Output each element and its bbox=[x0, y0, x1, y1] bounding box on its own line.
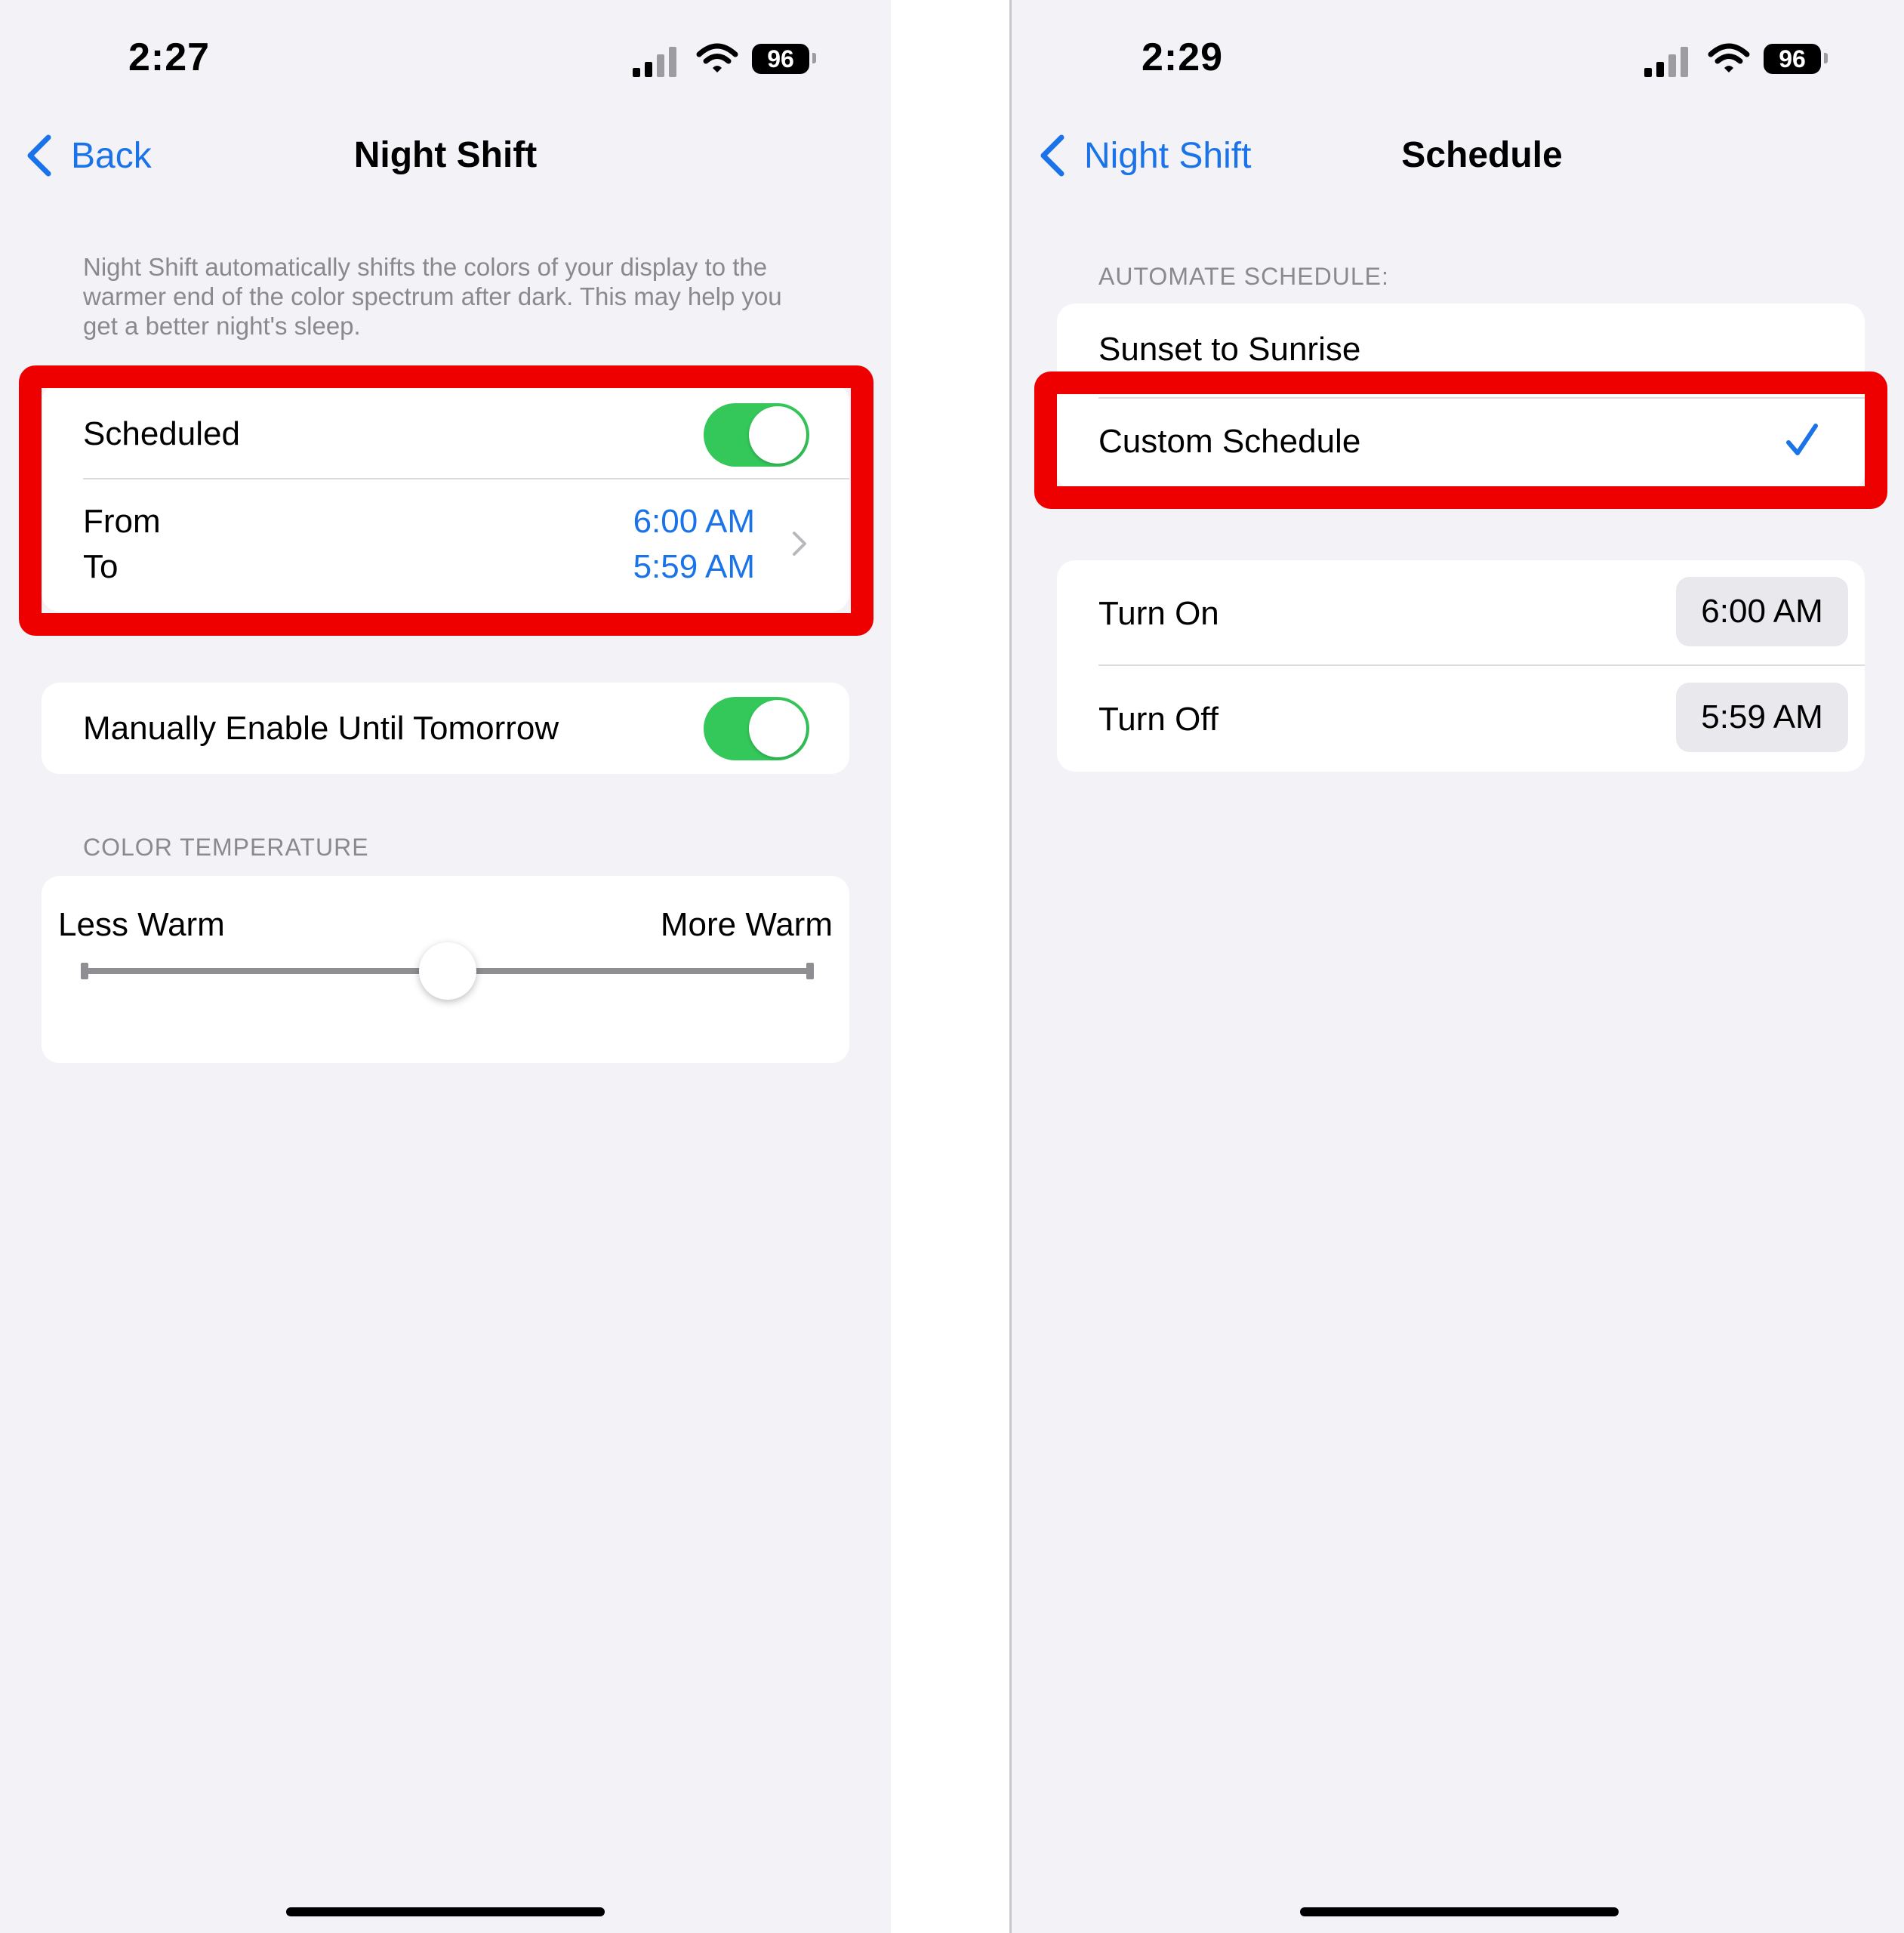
slider-max-cap bbox=[806, 963, 814, 979]
manual-enable-card: Manually Enable Until Tomorrow bbox=[42, 683, 849, 774]
page-title: Schedule bbox=[1401, 135, 1563, 175]
toggle-knob bbox=[749, 700, 806, 757]
turn-off-time-picker[interactable]: 5:59 AM bbox=[1676, 683, 1848, 752]
back-button[interactable]: Back bbox=[26, 134, 152, 177]
option-label: Sunset to Sunrise bbox=[1098, 331, 1361, 368]
turn-on-label: Turn On bbox=[1098, 595, 1219, 632]
back-label: Back bbox=[71, 135, 152, 176]
home-indicator bbox=[1300, 1907, 1619, 1916]
manual-enable-toggle[interactable] bbox=[704, 697, 809, 760]
wifi-icon bbox=[1708, 43, 1750, 72]
cellular-signal-icon bbox=[1644, 47, 1691, 77]
back-label: Night Shift bbox=[1084, 135, 1252, 176]
divider bbox=[1098, 664, 1865, 666]
home-indicator bbox=[286, 1907, 605, 1916]
battery-icon: 96 bbox=[752, 44, 809, 74]
turn-off-label: Turn Off bbox=[1098, 701, 1218, 738]
battery-cap bbox=[1824, 53, 1828, 63]
back-button[interactable]: Night Shift bbox=[1039, 134, 1251, 177]
battery-icon: 96 bbox=[1764, 44, 1821, 74]
status-time: 2:29 bbox=[1141, 35, 1224, 79]
status-icons: 96 bbox=[1644, 42, 1833, 79]
color-temperature-header: COLOR TEMPERATURE bbox=[83, 834, 369, 861]
schedule-screen: 2:29 96 Night Shift Schedule AUTOMATE SC… bbox=[1009, 0, 1904, 1933]
night-shift-screen: 2:27 96 Back Night Shift Night Shift aut… bbox=[0, 0, 891, 1933]
chevron-left-icon bbox=[27, 134, 51, 177]
turn-on-time-picker[interactable]: 6:00 AM bbox=[1676, 577, 1848, 646]
automate-schedule-header: AUTOMATE SCHEDULE: bbox=[1098, 263, 1389, 290]
night-shift-description: Night Shift automatically shifts the col… bbox=[83, 253, 782, 340]
less-warm-label: Less Warm bbox=[58, 906, 225, 943]
cellular-signal-icon bbox=[633, 47, 679, 77]
highlight-box bbox=[19, 365, 873, 636]
chevron-left-icon bbox=[1040, 134, 1064, 177]
manual-enable-label: Manually Enable Until Tomorrow bbox=[83, 710, 559, 747]
page-title: Night Shift bbox=[353, 135, 538, 175]
schedule-times-card: Turn On 6:00 AM Turn Off 5:59 AM bbox=[1057, 560, 1865, 772]
highlight-box bbox=[1034, 371, 1887, 509]
color-temperature-card: Less Warm More Warm bbox=[42, 876, 849, 1063]
slider-min-cap bbox=[81, 963, 88, 979]
battery-cap bbox=[812, 53, 816, 63]
status-time: 2:27 bbox=[128, 35, 211, 79]
slider-thumb[interactable] bbox=[418, 942, 476, 1000]
more-warm-label: More Warm bbox=[660, 906, 833, 943]
status-icons: 96 bbox=[633, 42, 821, 79]
wifi-icon bbox=[696, 43, 738, 72]
